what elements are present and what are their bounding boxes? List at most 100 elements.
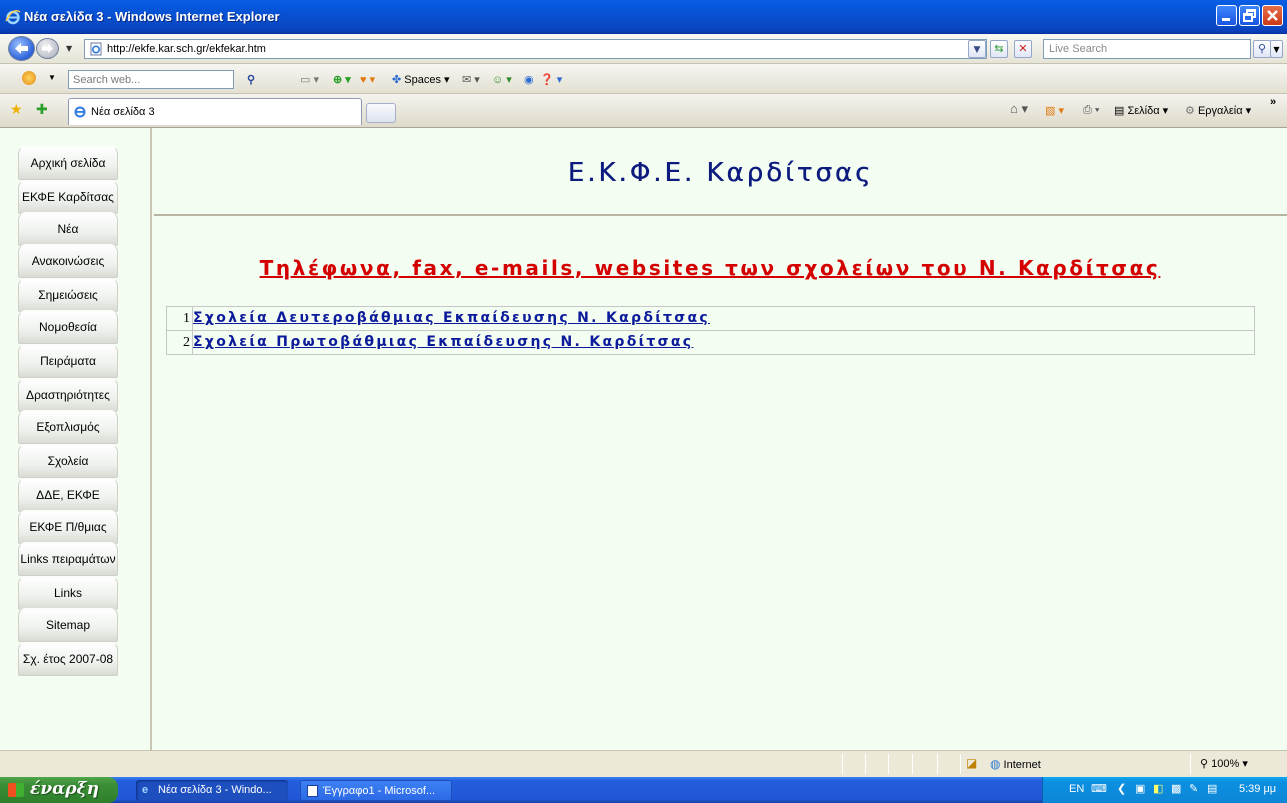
sidebar-item-school-year[interactable]: Σχ. έτος 2007-08 (18, 642, 118, 676)
feeds-icon[interactable]: ▧ ▾ (1045, 104, 1064, 117)
link-cell: Σχολεία Πρωτοβάθμιας Εκπαίδευσης Ν. Καρδ… (192, 330, 1255, 355)
table-row: 1 Σχολεία Δευτεροβάθμιας Εκπαίδευσης Ν. … (166, 306, 1255, 331)
security-icon[interactable]: ▩ (1171, 782, 1181, 795)
back-arrow-icon (15, 43, 28, 54)
title-bar[interactable]: Νέα σελίδα 3 - Windows Internet Explorer (0, 0, 1287, 34)
site-heading: Ε.Κ.Φ.Ε. Καρδίτσας (567, 158, 874, 188)
row-number: 2 (166, 330, 193, 355)
taskbar-item-word[interactable]: Έγγραφο1 - Microsof... (300, 780, 452, 801)
keyboard-icon[interactable]: ⌨ (1091, 782, 1107, 795)
page-icon (90, 42, 102, 56)
mail-icon[interactable]: ✉ ▾ (462, 73, 480, 86)
language-indicator[interactable]: EN (1069, 783, 1084, 795)
link-primary-schools[interactable]: Σχολεία Πρωτοβάθμιας Εκπαίδευσης Ν. Καρδ… (193, 334, 693, 350)
live-search-input[interactable]: Live Search (1043, 39, 1251, 59)
stop-icon: ✕ (1018, 42, 1028, 55)
contacts-icon[interactable]: ☺ ▾ (492, 73, 512, 86)
status-bar: ◪ ◍ Internet ⚲ 100% ▾ (0, 750, 1287, 777)
taskbar: έναρξη e Νέα σελίδα 3 - Windo... Έγγραφο… (0, 777, 1287, 803)
start-label: έναρξη (30, 779, 99, 799)
minimize-icon (1222, 18, 1230, 21)
sidebar-item-home[interactable]: Αρχική σελίδα (18, 146, 118, 180)
back-button[interactable] (8, 36, 35, 61)
sidebar-item-dde-ekfe[interactable]: ΔΔΕ, ΕΚΦΕ (18, 478, 118, 512)
sidebar-item-sitemap[interactable]: Sitemap (18, 608, 118, 642)
word-task-icon (307, 785, 318, 797)
onecare-icon[interactable]: ◉ (524, 73, 534, 86)
tools-menu[interactable]: ⚙ Εργαλεία ▾ (1185, 104, 1251, 117)
forward-arrow-icon (42, 44, 53, 53)
home-icon[interactable]: ⌂ ▾ (1010, 101, 1028, 117)
sidebar-item-schools[interactable]: Σχολεία (18, 444, 118, 478)
sidebar-item-ekfe-karditsas[interactable]: ΕΚΦΕ Καρδίτσας (18, 180, 118, 214)
network-icon[interactable]: ▣ (1135, 782, 1145, 795)
sidebar-item-ekfe-primary[interactable]: ΕΚΦΕ Π/θμιας (18, 510, 118, 544)
spaces-label: Spaces (404, 74, 441, 86)
minimize-button[interactable] (1216, 5, 1237, 26)
ie-logo-icon (5, 9, 21, 25)
refresh-button[interactable]: ⇆ (990, 40, 1008, 58)
chevron-more-icon[interactable]: » (1270, 96, 1276, 108)
update-icon[interactable]: ▤ (1207, 782, 1217, 795)
system-tray: EN ⌨ ❮ ▣ ◧ ▩ ✎ ▤ 5:39 μμ (1042, 777, 1287, 803)
maximize-button[interactable] (1239, 5, 1260, 26)
highlight-icon[interactable]: ▭ ▾ (300, 73, 319, 86)
messenger-tray-icon[interactable]: ✎ (1189, 782, 1198, 795)
address-bar: ▼ http://ekfe.kar.sch.gr/ekfekar.htm ▼ ⇆… (0, 34, 1287, 64)
add-icon[interactable]: ⊕ ▾ (333, 73, 351, 86)
sidebar-item-news[interactable]: Νέα (18, 212, 118, 246)
address-field[interactable]: http://ekfe.kar.sch.gr/ekfekar.htm (84, 39, 987, 59)
sidebar-item-activities[interactable]: Δραστηριότητες (18, 378, 118, 412)
toolbar-menu-dropdown[interactable]: ▼ (48, 73, 56, 82)
help-icon[interactable]: ❓ ▾ (540, 73, 562, 86)
search-options-button[interactable]: ▼ (1270, 40, 1283, 58)
msn-logo-icon[interactable] (22, 71, 36, 85)
favorites-star-icon[interactable]: ★ (10, 102, 23, 118)
sidebar-item-notes[interactable]: Σημειώσεις (18, 278, 118, 312)
search-button[interactable]: ⚲ (1253, 40, 1271, 58)
sidebar-item-equipment[interactable]: Εξοπλισμός (18, 410, 118, 444)
stop-button[interactable]: ✕ (1014, 40, 1032, 58)
sidebar-item-experiments[interactable]: Πειράματα (18, 344, 118, 378)
sidebar-item-announcements[interactable]: Ανακοινώσεις (18, 244, 118, 278)
zoom-level: 100% (1211, 758, 1240, 770)
zoom-control[interactable]: ⚲ 100% ▾ (1200, 757, 1248, 770)
search-icon: ⚲ (1257, 42, 1267, 55)
tray-expand-icon[interactable]: ❮ (1117, 782, 1126, 795)
messenger-icon[interactable]: ♥ ▾ (360, 73, 375, 86)
taskbar-item-ie[interactable]: e Νέα σελίδα 3 - Windo... (136, 780, 288, 801)
clock[interactable]: 5:39 μμ (1239, 783, 1276, 795)
close-button[interactable] (1262, 5, 1283, 26)
start-button[interactable]: έναρξη (0, 777, 118, 803)
new-tab-button[interactable] (366, 103, 396, 123)
security-zone[interactable]: ◍ Internet (990, 757, 1041, 771)
refresh-icon: ⇆ (994, 42, 1004, 55)
recent-pages-dropdown[interactable]: ▼ (66, 44, 72, 53)
gear-icon: ⚙ (1185, 105, 1195, 117)
close-icon (1267, 10, 1278, 21)
sidebar-item-legislation[interactable]: Νομοθεσία (18, 310, 118, 344)
volume-icon[interactable]: ◧ (1153, 782, 1163, 795)
web-search-input[interactable]: Search web... (68, 70, 234, 89)
ie-task-icon: e (142, 784, 149, 796)
page-title: Τηλέφωνα, fax, e-mails, websites των σχο… (259, 256, 1161, 280)
forward-button[interactable] (36, 38, 59, 59)
page-menu[interactable]: ▤ Σελίδα ▾ (1114, 104, 1168, 117)
add-favorites-icon[interactable]: ✚ (36, 102, 48, 118)
page-tab-icon (74, 106, 86, 118)
address-dropdown-button[interactable]: ▼ (968, 40, 986, 58)
protected-mode-icon[interactable]: ◪ (966, 756, 977, 770)
print-icon[interactable]: ⎙ ▾ (1083, 104, 1099, 117)
page-menu-icon: ▤ (1114, 105, 1125, 117)
link-secondary-schools[interactable]: Σχολεία Δευτεροβάθμιας Εκπαίδευσης Ν. Κα… (193, 310, 710, 326)
spaces-icon: ✤ (392, 74, 402, 86)
url-text: http://ekfe.kar.sch.gr/ekfekar.htm (107, 43, 266, 55)
spaces-button[interactable]: ✤ Spaces ▾ (392, 73, 450, 86)
site-banner: Ε.Κ.Φ.Ε. Καρδίτσας (154, 128, 1287, 216)
toolbar-search-icon[interactable]: ⚲ (247, 73, 255, 86)
tab-nea-selida-3[interactable]: Νέα σελίδα 3 (68, 98, 362, 125)
sidebar-item-experiment-links[interactable]: Links πειραμάτων (18, 542, 118, 576)
sidebar-item-links[interactable]: Links (18, 576, 118, 610)
zoom-icon: ⚲ (1200, 758, 1209, 770)
schools-link-table: 1 Σχολεία Δευτεροβάθμιας Εκπαίδευσης Ν. … (166, 306, 1255, 355)
